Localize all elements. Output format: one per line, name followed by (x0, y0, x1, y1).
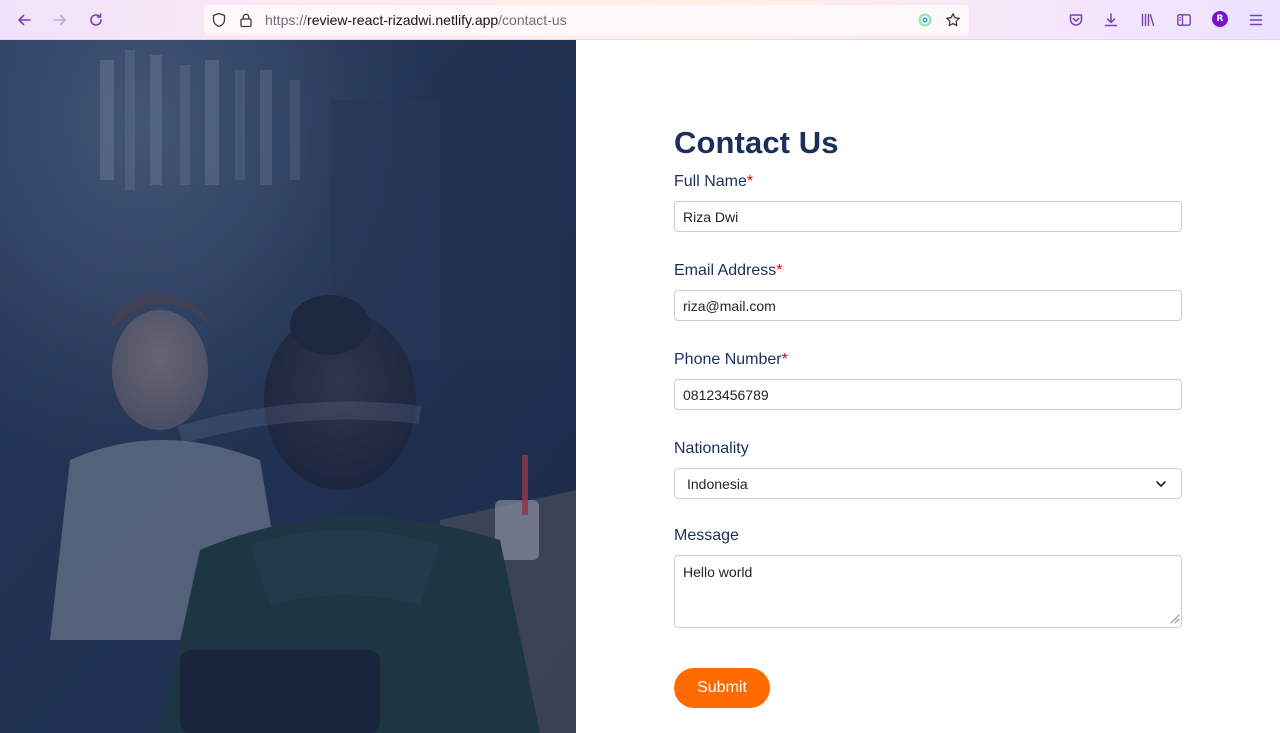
shield-icon[interactable] (211, 12, 227, 28)
email-label-text: Email Address (674, 262, 777, 279)
address-bar[interactable]: https://review-react-rizadwi.netlify.app… (204, 5, 969, 35)
url-host: review-react-rizadwi.netlify.app (307, 12, 499, 28)
nationality-selected: Indonesia (687, 476, 748, 492)
full-name-label: Full Name* (674, 172, 753, 192)
page-title: Contact Us (674, 125, 839, 160)
lock-icon[interactable] (238, 12, 254, 28)
message-label: Message (674, 527, 739, 544)
back-arrow-icon[interactable] (12, 8, 36, 32)
phone-input[interactable] (674, 379, 1182, 410)
library-icon[interactable] (1136, 8, 1160, 32)
browser-toolbar: https://review-react-rizadwi.netlify.app… (0, 0, 1280, 40)
contact-form: Contact Us Full Name* Email Address* Pho… (576, 40, 1280, 733)
sidebar-icon[interactable] (1172, 8, 1196, 32)
submit-button[interactable]: Submit (674, 668, 770, 708)
download-icon[interactable] (1099, 8, 1123, 32)
forward-arrow-icon[interactable] (48, 8, 72, 32)
nationality-select[interactable]: Indonesia (674, 468, 1182, 499)
phone-label-text: Phone Number (674, 351, 782, 368)
required-marker: * (781, 351, 788, 368)
profile-avatar[interactable]: R (1212, 11, 1228, 27)
bookmark-star-icon[interactable] (945, 12, 961, 28)
nationality-label: Nationality (674, 440, 749, 457)
required-marker: * (776, 262, 783, 279)
phone-label: Phone Number* (674, 350, 788, 370)
email-input[interactable] (674, 290, 1182, 321)
extension-icon[interactable] (917, 12, 933, 28)
hero-image (0, 40, 576, 733)
full-name-label-text: Full Name (674, 173, 747, 190)
message-textarea[interactable]: Hello world (674, 555, 1182, 628)
pocket-icon[interactable] (1064, 8, 1088, 32)
menu-hamburger-icon[interactable] (1244, 8, 1268, 32)
full-name-input[interactable] (674, 201, 1182, 232)
email-label: Email Address* (674, 261, 783, 281)
reload-icon[interactable] (84, 8, 108, 32)
url-path: /contact-us (498, 12, 567, 28)
required-marker: * (746, 173, 754, 190)
chevron-down-icon (1156, 481, 1166, 487)
url-text: https://review-react-rizadwi.netlify.app… (265, 12, 567, 28)
url-protocol: https:// (265, 12, 308, 28)
resize-handle-icon[interactable] (1168, 612, 1180, 624)
